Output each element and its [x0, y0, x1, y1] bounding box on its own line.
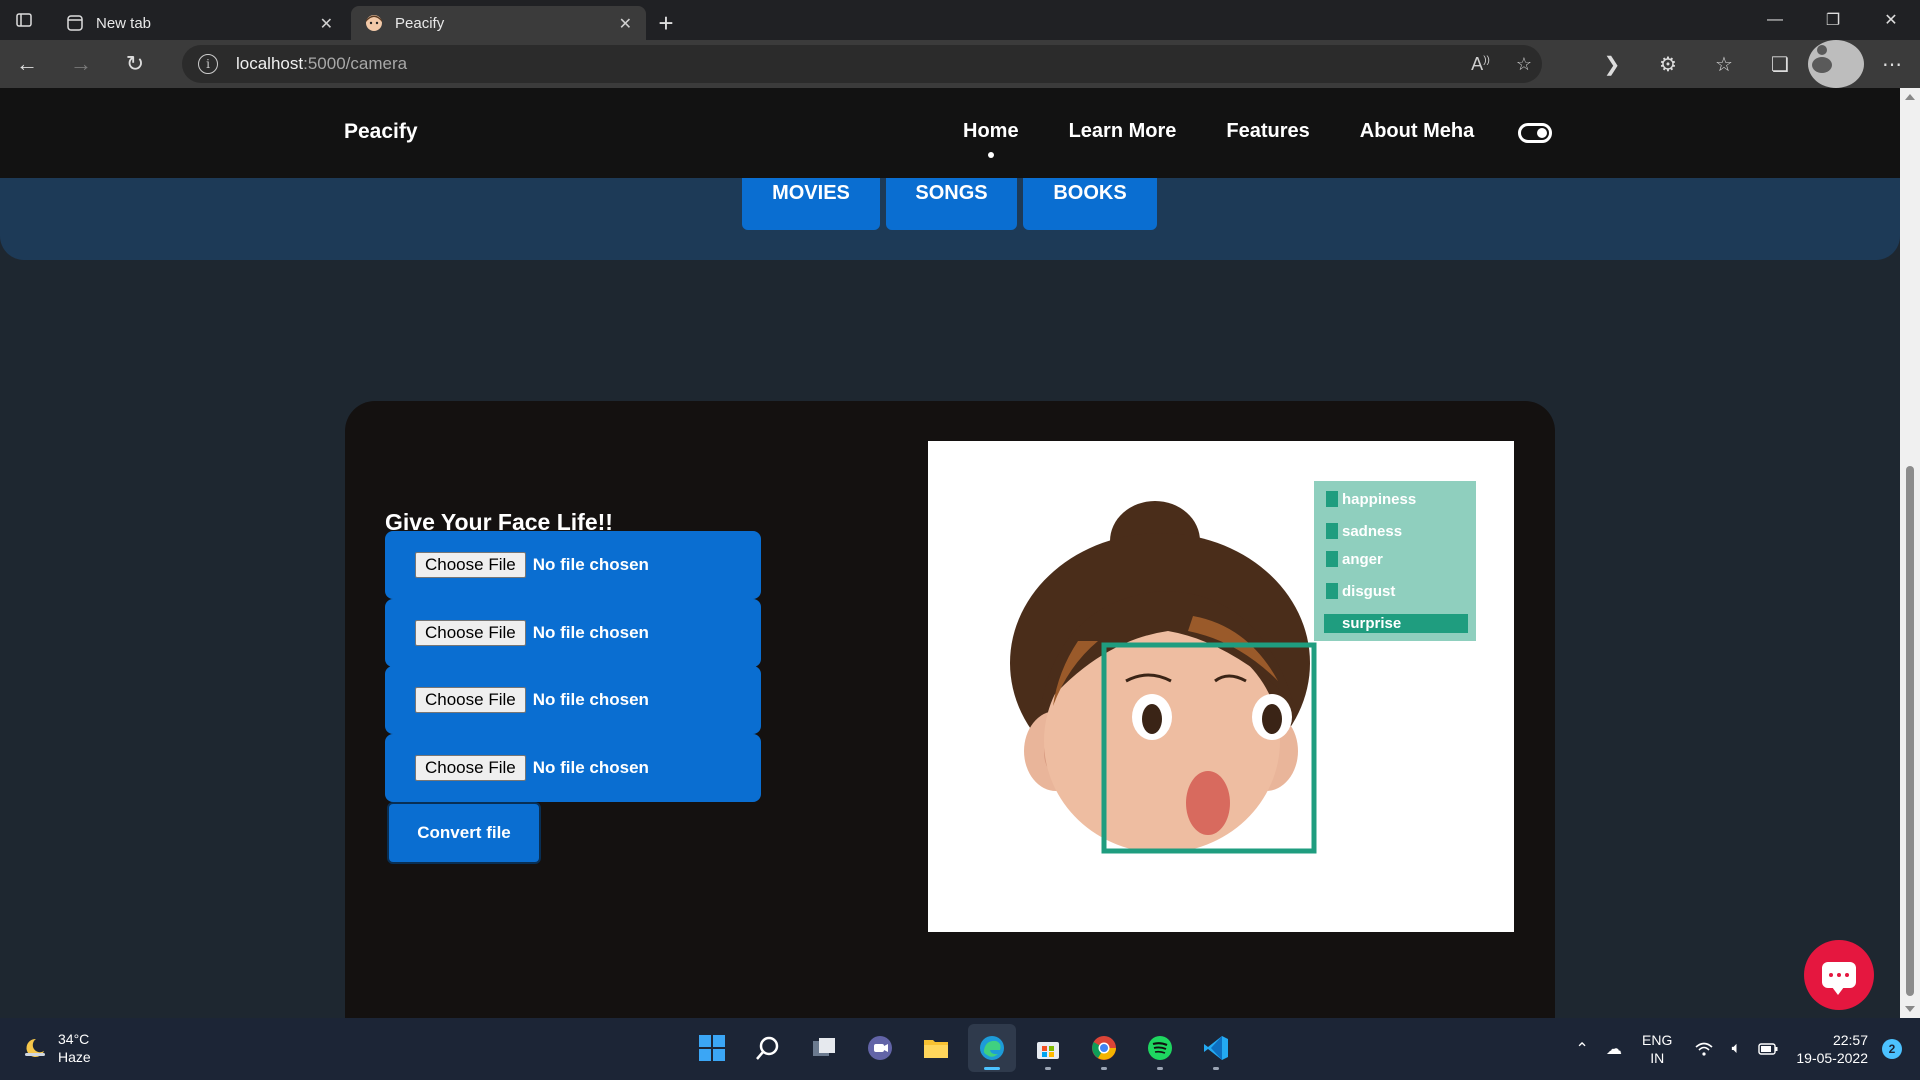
emotion-label-highlighted: surprise	[1342, 615, 1401, 632]
emotion-detection-illustration: happiness sadness anger disgust surprise	[928, 441, 1514, 932]
chrome-icon[interactable]	[1080, 1024, 1128, 1072]
address-bar-row: ← → ↻ i localhost:5000/camera A)) ☆ ❯ ⚙ …	[0, 40, 1920, 88]
page-scrollbar[interactable]	[1900, 88, 1920, 1018]
file-input-row: Choose File No file chosen	[385, 599, 761, 667]
spotify-icon[interactable]	[1136, 1024, 1184, 1072]
theme-toggle[interactable]	[1518, 123, 1552, 143]
file-input-row: Choose File No file chosen	[385, 666, 761, 734]
extensions-icon[interactable]: ⚙	[1640, 40, 1696, 88]
tab-label: Peacify	[395, 14, 445, 32]
microsoft-store-icon[interactable]	[1024, 1024, 1072, 1072]
new-tab-page-icon	[66, 14, 84, 32]
region-code: IN	[1650, 1050, 1665, 1066]
upload-card: Give Your Face Life!! Choose File No fil…	[345, 401, 1555, 1018]
site-navbar: Peacify Home Learn More Features About M…	[0, 88, 1900, 178]
profile-avatar[interactable]	[1808, 40, 1864, 88]
choose-file-button[interactable]: Choose File	[415, 755, 526, 781]
tab-actions-icon[interactable]	[0, 0, 48, 40]
new-tab-button[interactable]: +	[646, 6, 686, 40]
add-favorite-icon[interactable]: ☆	[1516, 54, 1532, 75]
windows-start-icon[interactable]	[688, 1024, 736, 1072]
peacify-favicon	[365, 14, 383, 32]
close-window-icon[interactable]: ✕	[1862, 0, 1920, 40]
restore-icon[interactable]: ❐	[1804, 0, 1862, 40]
teams-chat-icon[interactable]	[856, 1024, 904, 1072]
choose-file-button[interactable]: Choose File	[415, 620, 526, 646]
weather-temp: 34°C	[58, 1031, 90, 1047]
forward-arrow-icon[interactable]: →	[54, 40, 108, 88]
moon-haze-icon	[22, 1035, 48, 1061]
nav-link-about-meha[interactable]: About Meha	[1360, 120, 1474, 143]
file-status: No file chosen	[532, 690, 649, 709]
emotion-label: anger	[1342, 551, 1383, 568]
search-icon[interactable]	[744, 1024, 792, 1072]
file-status: No file chosen	[532, 758, 649, 777]
chat-bubble-icon	[1822, 962, 1856, 995]
weather-desc: Haze	[58, 1049, 91, 1065]
clock[interactable]: 22:57 19-05-2022	[1796, 1031, 1868, 1067]
convert-file-button[interactable]: Convert file	[387, 802, 541, 864]
emotion-label: disgust	[1342, 583, 1395, 600]
page-viewport: MOVIES SONGS BOOKS Peacify Home Learn Mo…	[0, 88, 1900, 1018]
emotion-label: happiness	[1342, 491, 1416, 508]
url-host: localhost	[236, 54, 304, 73]
back-arrow-icon[interactable]: ←	[0, 40, 54, 88]
system-tray: ⌃ ☁ ENG IN 🔈︎ 22:57 19-05-2022 2	[1566, 1018, 1920, 1080]
scroll-up-arrow-icon[interactable]	[1905, 94, 1915, 100]
wifi-icon[interactable]	[1688, 1033, 1720, 1065]
choose-file-button[interactable]: Choose File	[415, 552, 526, 578]
nav-link-home[interactable]: Home	[963, 120, 1019, 158]
minimize-icon[interactable]: —	[1746, 0, 1804, 40]
chevron-up-icon[interactable]: ⌃	[1566, 1033, 1598, 1065]
close-icon[interactable]: ✕	[619, 14, 632, 34]
site-info-icon[interactable]: i	[198, 54, 218, 74]
tab-peacify[interactable]: Peacify ✕	[351, 6, 646, 40]
battery-icon[interactable]	[1752, 1033, 1784, 1065]
file-status: No file chosen	[532, 623, 649, 642]
collections-icon[interactable]: ❏	[1752, 40, 1808, 88]
volume-icon[interactable]: 🔈︎	[1720, 1033, 1752, 1065]
scroll-down-arrow-icon[interactable]	[1905, 1006, 1915, 1012]
tab-label: New tab	[96, 14, 152, 32]
file-status: No file chosen	[532, 555, 649, 574]
chat-button[interactable]	[1804, 940, 1874, 1010]
vscode-icon[interactable]	[1192, 1024, 1240, 1072]
edge-browser-icon[interactable]	[968, 1024, 1016, 1072]
choose-file-button[interactable]: Choose File	[415, 687, 526, 713]
notification-badge[interactable]: 2	[1882, 1039, 1902, 1059]
nav-link-features[interactable]: Features	[1226, 120, 1309, 143]
nav-links: Home Learn More Features About Meha	[963, 120, 1474, 158]
onedrive-icon[interactable]: ☁	[1598, 1033, 1630, 1065]
nav-link-learn-more[interactable]: Learn More	[1069, 120, 1177, 143]
weather-widget[interactable]: 34°C Haze	[22, 1030, 91, 1066]
chevron-right-icon[interactable]: ❯	[1584, 40, 1640, 88]
tab-new-tab[interactable]: New tab ✕	[52, 6, 347, 40]
emotion-label: sadness	[1342, 523, 1402, 540]
clock-time: 22:57	[1832, 1032, 1868, 1048]
close-icon[interactable]: ✕	[320, 14, 333, 34]
url-path: :5000/camera	[303, 54, 408, 73]
clock-date: 19-05-2022	[1796, 1050, 1868, 1066]
read-aloud-icon[interactable]: A))	[1471, 54, 1490, 75]
language-indicator[interactable]: ENG IN	[1642, 1031, 1672, 1067]
favorites-icon[interactable]: ☆	[1696, 40, 1752, 88]
file-input-row: Choose File No file chosen	[385, 734, 761, 802]
browser-tab-bar: New tab ✕ Peacify ✕ + — ❐ ✕	[0, 0, 1920, 40]
url-field[interactable]: i localhost:5000/camera A)) ☆	[182, 45, 1542, 83]
taskbar-apps	[688, 1024, 1240, 1072]
language-code: ENG	[1642, 1032, 1673, 1048]
more-icon[interactable]: ⋯	[1864, 40, 1920, 88]
file-input-row: Choose File No file chosen	[385, 531, 761, 599]
file-explorer-icon[interactable]	[912, 1024, 960, 1072]
refresh-icon[interactable]: ↻	[108, 40, 162, 88]
brand-logo[interactable]: Peacify	[344, 120, 418, 144]
windows-taskbar: 34°C Haze ⌃ ☁ ENG IN 🔈︎ 22:57 19-05-2022…	[0, 1018, 1920, 1080]
scroll-thumb[interactable]	[1906, 466, 1914, 996]
task-view-icon[interactable]	[800, 1024, 848, 1072]
